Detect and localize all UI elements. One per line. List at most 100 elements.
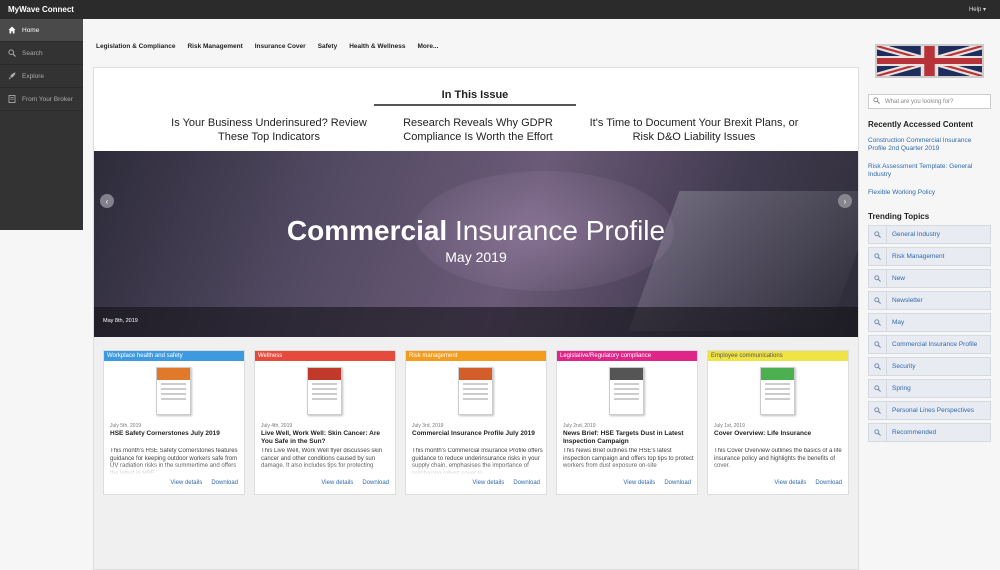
card-category: Risk management (406, 351, 546, 361)
sidebar-item-explore[interactable]: Explore (0, 65, 83, 88)
content-card[interactable]: Wellness July 4th, 2019 Live Well, Work … (254, 350, 396, 495)
card-category: Workplace health and safety (104, 351, 244, 361)
topic-tag[interactable]: Commercial Insurance Profile (868, 335, 991, 354)
card-date: July 2nd, 2019 (563, 423, 596, 429)
nav-item-insurance-cover[interactable]: Insurance Cover (255, 43, 306, 50)
card-date: July 3rd, 2019 (412, 423, 444, 429)
uk-flag-icon (875, 44, 984, 78)
search-icon (869, 226, 887, 243)
search-icon (869, 424, 887, 441)
carousel-next-button[interactable]: › (838, 194, 852, 208)
view-details-link[interactable]: View details (321, 480, 353, 486)
recent-heading: Recently Accessed Content (868, 120, 974, 129)
view-details-link[interactable]: View details (774, 480, 806, 486)
card-title[interactable]: HSE Safety Cornerstones July 2019 (110, 430, 242, 438)
topic-tag[interactable]: Recommended (868, 423, 991, 442)
topic-tag[interactable]: Risk Management (868, 247, 991, 266)
download-link[interactable]: Download (815, 480, 842, 486)
hero-banner[interactable]: Commercial Insurance Profile May 2019 Ma… (94, 151, 858, 337)
search-icon (869, 270, 887, 287)
card-thumbnail (760, 367, 795, 415)
search-icon (869, 314, 887, 331)
hero-title: Commercial Insurance Profile (286, 215, 666, 246)
recent-link[interactable]: Risk Assessment Template: General Indust… (868, 163, 988, 179)
content-card[interactable]: Employee communications July 1st, 2019 C… (707, 350, 849, 495)
chevron-right-icon: › (843, 196, 847, 206)
card-date: July 5th, 2019 (110, 423, 142, 429)
download-link[interactable]: Download (211, 480, 238, 486)
card-category: Employee communications (708, 351, 848, 361)
sidebar-item-home[interactable]: Home (0, 19, 83, 42)
topic-tag[interactable]: Spring (868, 379, 991, 398)
card-title[interactable]: News Brief: HSE Targets Dust in Latest I… (563, 430, 695, 446)
sidebar-item-label: Explore (22, 72, 45, 80)
search-icon (869, 292, 887, 309)
search-icon (8, 49, 16, 57)
sidebar: Home Search Explore From Your Broker (0, 19, 83, 230)
hero-date: May 8th, 2019 (103, 318, 138, 324)
app-title: MyWave Connect (8, 5, 74, 14)
view-details-link[interactable]: View details (472, 480, 504, 486)
sidebar-item-label: Search (22, 49, 43, 57)
search-icon (869, 402, 887, 419)
search-icon (873, 97, 880, 106)
recent-link[interactable]: Construction Commercial Insurance Profil… (868, 137, 988, 153)
card-thumbnail (307, 367, 342, 415)
topic-tag[interactable]: General Industry (868, 225, 991, 244)
category-nav: Legislation & Compliance Risk Management… (96, 43, 450, 50)
issue-headline[interactable]: Is Your Business Underinsured? Review Th… (164, 116, 374, 144)
topic-tag[interactable]: Personal Lines Perspectives (868, 401, 991, 420)
card-category: Wellness (255, 351, 395, 361)
search-icon (869, 380, 887, 397)
sidebar-item-label: From Your Broker (22, 95, 73, 103)
hero-subtitle: May 2019 (445, 249, 507, 265)
nav-item-more[interactable]: More... (417, 43, 438, 50)
topic-tag[interactable]: Security (868, 357, 991, 376)
search-icon (869, 248, 887, 265)
card-category: Legislative/Regulatory compliance (557, 351, 697, 361)
nav-item-health-wellness[interactable]: Health & Wellness (349, 43, 405, 50)
card-thumbnail (156, 367, 191, 415)
card-date: July 1st, 2019 (714, 423, 745, 429)
search-icon (869, 358, 887, 375)
card-title[interactable]: Live Well, Work Well: Skin Cancer: Are Y… (261, 430, 393, 446)
trending-heading: Trending Topics (868, 212, 930, 221)
sidebar-item-from-your-broker[interactable]: From Your Broker (0, 88, 83, 111)
topic-tag[interactable]: Newsletter (868, 291, 991, 310)
download-link[interactable]: Download (664, 480, 691, 486)
help-menu[interactable]: Help ▾ (969, 6, 986, 13)
view-details-link[interactable]: View details (623, 480, 655, 486)
nav-item-risk-management[interactable]: Risk Management (187, 43, 242, 50)
search-input[interactable]: What are you looking for? (868, 94, 991, 109)
content-card[interactable]: Workplace health and safety July 5th, 20… (103, 350, 245, 495)
card-title[interactable]: Commercial Insurance Profile July 2019 (412, 430, 544, 438)
card-thumbnail (609, 367, 644, 415)
chevron-left-icon: ‹ (105, 196, 109, 206)
main-content: In This Issue Is Your Business Underinsu… (93, 67, 859, 570)
card-thumbnail (458, 367, 493, 415)
carousel-prev-button[interactable]: ‹ (100, 194, 114, 208)
in-this-issue: In This Issue Is Your Business Underinsu… (94, 68, 858, 151)
sidebar-item-label: Home (22, 26, 40, 34)
search-icon (869, 336, 887, 353)
home-icon (8, 26, 16, 34)
card-date: July 4th, 2019 (261, 423, 293, 429)
rocket-icon (8, 72, 16, 80)
download-link[interactable]: Download (513, 480, 540, 486)
top-bar: MyWave Connect Help ▾ (0, 0, 1000, 19)
search-placeholder: What are you looking for? (885, 98, 954, 105)
sidebar-item-search[interactable]: Search (0, 42, 83, 65)
card-title[interactable]: Cover Overview: Life Insurance (714, 430, 846, 438)
view-details-link[interactable]: View details (170, 480, 202, 486)
topic-tag[interactable]: May (868, 313, 991, 332)
download-link[interactable]: Download (362, 480, 389, 486)
recent-link[interactable]: Flexible Working Policy (868, 189, 988, 197)
document-icon (8, 95, 16, 103)
content-card[interactable]: Legislative/Regulatory compliance July 2… (556, 350, 698, 495)
issue-headline[interactable]: Research Reveals Why GDPR Compliance Is … (373, 116, 583, 144)
content-card[interactable]: Risk management July 3rd, 2019 Commercia… (405, 350, 547, 495)
nav-item-legislation[interactable]: Legislation & Compliance (96, 43, 175, 50)
topic-tag[interactable]: New (868, 269, 991, 288)
nav-item-safety[interactable]: Safety (318, 43, 338, 50)
issue-headline[interactable]: It's Time to Document Your Brexit Plans,… (589, 116, 799, 144)
